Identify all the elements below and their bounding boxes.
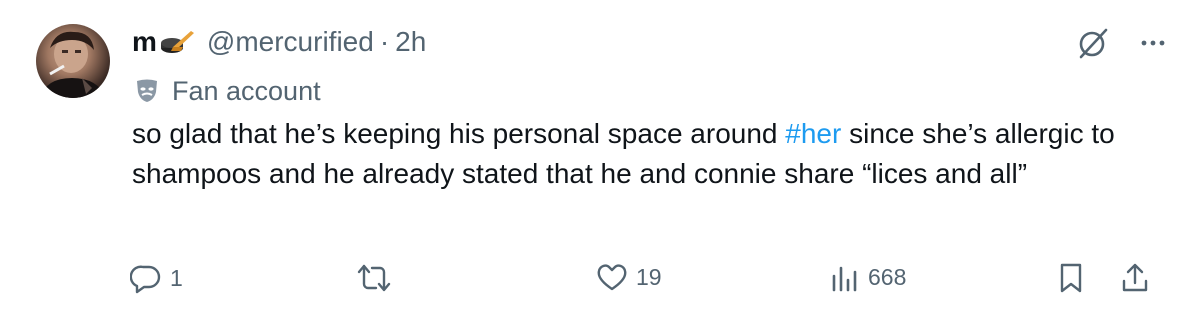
- tweet-text-before: so glad that he’s keeping his personal s…: [132, 118, 786, 149]
- author-handle[interactable]: @mercurified: [207, 26, 374, 58]
- reply-count: 1: [170, 264, 183, 291]
- timestamp[interactable]: 2h: [395, 26, 426, 58]
- separator-dot: ·: [379, 26, 390, 57]
- account-label: Fan account: [134, 71, 321, 111]
- hashtag-link[interactable]: #her: [785, 118, 841, 149]
- display-name[interactable]: m: [132, 26, 157, 58]
- heart-icon: [597, 264, 627, 291]
- retweet-button[interactable]: [356, 262, 400, 294]
- grok-icon[interactable]: [1076, 26, 1110, 60]
- like-count: 19: [636, 263, 662, 290]
- tweet[interactable]: m @mercurified · 2h Fan account so glad …: [0, 0, 1200, 326]
- share-button[interactable]: [1120, 262, 1150, 294]
- retweet-icon: [357, 264, 391, 292]
- tweet-top-actions: [1076, 26, 1166, 60]
- hockey-emoji-icon: [159, 27, 195, 57]
- views-button[interactable]: 668: [830, 262, 906, 292]
- tweet-text: so glad that he’s keeping his personal s…: [132, 114, 1162, 194]
- bookmark-button[interactable]: [1058, 262, 1084, 294]
- reply-icon: [130, 265, 161, 294]
- bookmark-icon: [1060, 263, 1082, 293]
- theater-mask-icon: [137, 79, 157, 102]
- views-count: 668: [868, 263, 907, 290]
- views-icon: [832, 266, 857, 292]
- tweet-header: m @mercurified · 2h: [132, 20, 426, 64]
- avatar[interactable]: [36, 24, 110, 98]
- share-icon: [1122, 263, 1148, 292]
- reply-button[interactable]: 1: [130, 262, 183, 294]
- like-button[interactable]: 19: [596, 262, 662, 292]
- action-bar: 1 19 668: [130, 262, 1160, 302]
- account-label-text: Fan account: [172, 75, 321, 106]
- more-icon[interactable]: [1140, 39, 1166, 47]
